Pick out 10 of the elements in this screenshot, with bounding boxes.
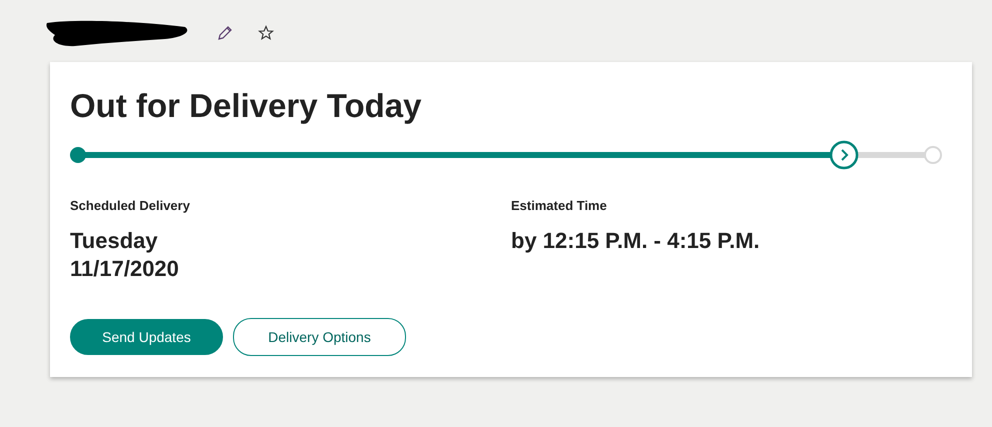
send-updates-button[interactable]: Send Updates <box>70 319 223 355</box>
chevron-icon <box>829 140 860 170</box>
detail-value: by 12:15 P.M. - 4:15 P.M. <box>511 227 761 255</box>
detail-value: Tuesday 11/17/2020 <box>70 227 180 283</box>
detail-label: Scheduled Delivery <box>70 198 191 213</box>
options-button[interactable]: Delivery Options <box>233 318 406 356</box>
pencil-icon[interactable] <box>217 25 233 41</box>
status-title: Out for Delivery Today <box>70 86 422 126</box>
detail-label: Estimated Time <box>511 198 608 213</box>
star-icon[interactable] <box>258 25 274 41</box>
